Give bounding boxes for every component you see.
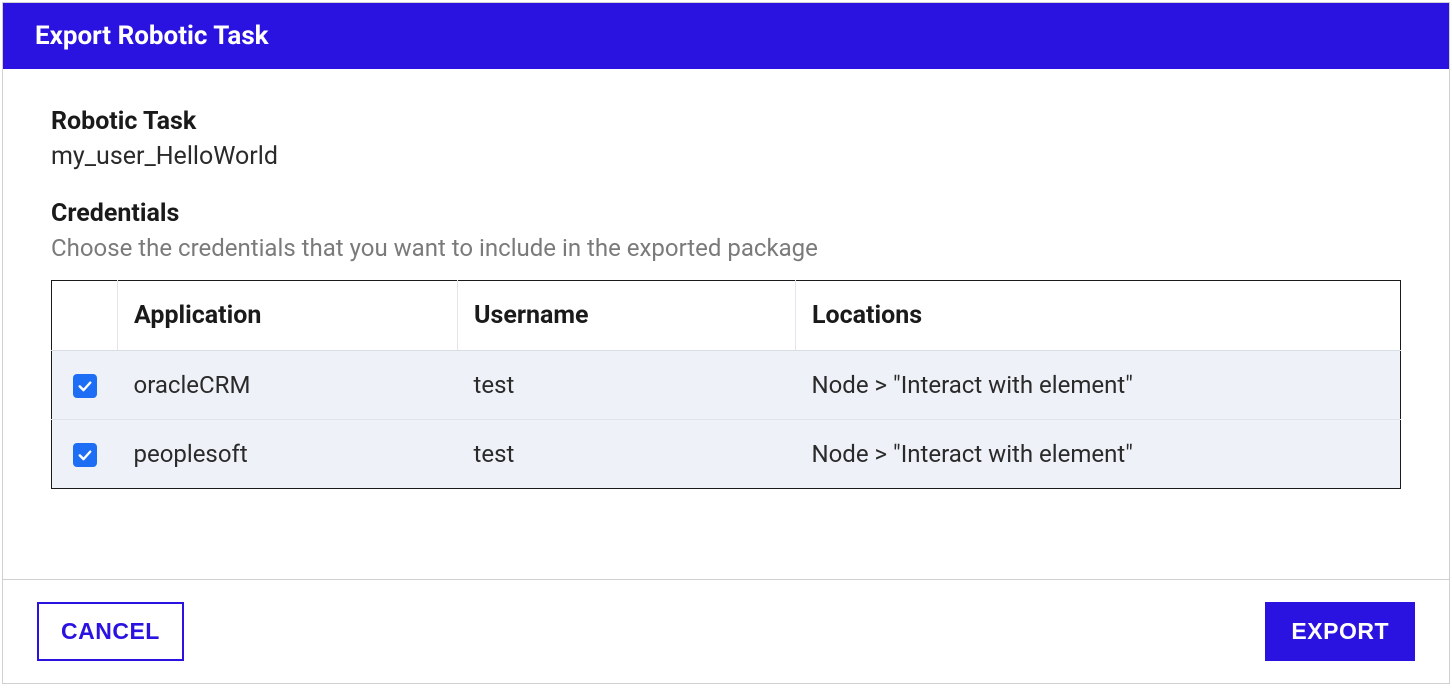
- column-header-application: Application: [118, 281, 458, 351]
- credentials-label: Credentials: [51, 199, 1401, 228]
- credentials-table: Application Username Locations oracleCRM: [51, 280, 1401, 489]
- check-icon: [76, 446, 94, 464]
- cell-locations: Node > "Interact with element": [796, 351, 1401, 420]
- column-header-username: Username: [458, 281, 796, 351]
- dialog-body: Robotic Task my_user_HelloWorld Credenti…: [3, 69, 1449, 579]
- cancel-button[interactable]: CANCEL: [37, 602, 184, 661]
- cell-application: oracleCRM: [118, 351, 458, 420]
- cell-username: test: [458, 351, 796, 420]
- credentials-description: Choose the credentials that you want to …: [51, 234, 1401, 262]
- dialog-footer: CANCEL EXPORT: [3, 579, 1449, 683]
- column-header-locations: Locations: [796, 281, 1401, 351]
- cell-locations: Node > "Interact with element": [796, 420, 1401, 489]
- robotic-task-value: my_user_HelloWorld: [51, 142, 1401, 171]
- robotic-task-label: Robotic Task: [51, 107, 1401, 136]
- table-row: oracleCRM test Node > "Interact with ele…: [52, 351, 1401, 420]
- export-button[interactable]: EXPORT: [1265, 602, 1415, 661]
- cell-application: peoplesoft: [118, 420, 458, 489]
- row-checkbox[interactable]: [73, 443, 97, 467]
- export-dialog: Export Robotic Task Robotic Task my_user…: [2, 2, 1450, 684]
- table-row: peoplesoft test Node > "Interact with el…: [52, 420, 1401, 489]
- column-header-checkbox: [52, 281, 118, 351]
- check-icon: [76, 377, 94, 395]
- dialog-title: Export Robotic Task: [3, 3, 1449, 69]
- row-checkbox[interactable]: [73, 374, 97, 398]
- cell-username: test: [458, 420, 796, 489]
